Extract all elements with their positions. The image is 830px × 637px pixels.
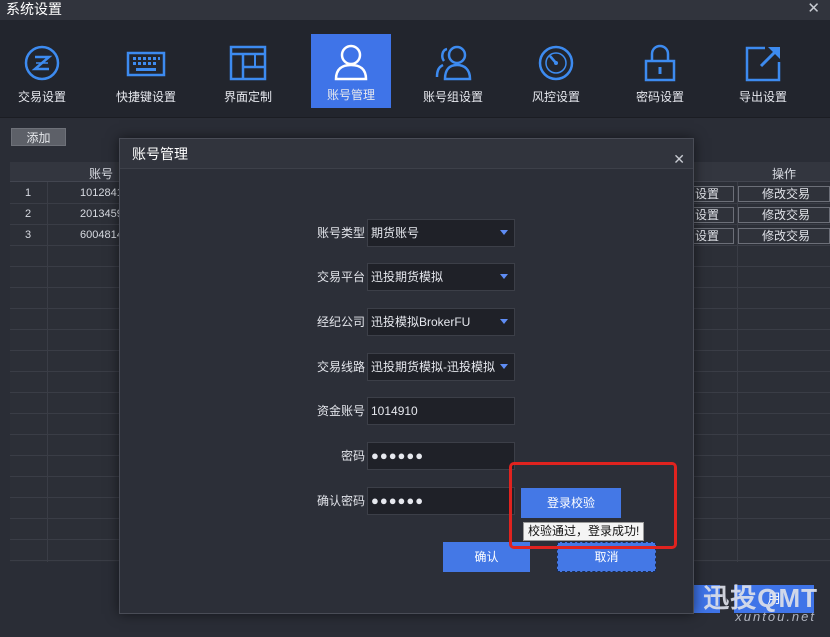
tab-label: 快捷键设置	[115, 90, 176, 104]
tab-account-management[interactable]: 账号管理	[311, 34, 391, 108]
user-icon	[334, 44, 368, 81]
users-icon	[435, 45, 472, 81]
layout-icon	[229, 45, 267, 81]
trade-platform-select[interactable]: 迅投期货模拟	[367, 263, 515, 291]
password-input[interactable]: ●●●●●●	[367, 442, 515, 470]
trade-route-select[interactable]: 迅投期货模拟-迅投模拟	[367, 353, 515, 381]
tab-label: 交易设置	[17, 90, 66, 104]
tab-account-group-settings[interactable]: 账号组设置	[413, 33, 493, 113]
lock-icon	[644, 44, 676, 82]
dialog-title: 账号管理	[132, 146, 188, 162]
row-account: 2013459	[80, 208, 123, 220]
password-label: 密码	[340, 449, 365, 463]
tab-export-settings[interactable]: 导出设置	[723, 33, 803, 113]
fund-account-label: 资金账号	[316, 404, 365, 418]
account-type-value: 期货账号	[371, 226, 420, 240]
tab-label: 风控设置	[531, 90, 580, 104]
account-management-dialog: 账号管理 ✕ 账号类型 期货账号 交易平台 迅投期货模拟 经纪公司 迅投模拟Br…	[119, 138, 694, 614]
broker-select[interactable]: 迅投模拟BrokerFU	[367, 308, 515, 336]
trade-route-label: 交易线路	[316, 360, 365, 374]
trade-platform-label: 交易平台	[316, 270, 365, 284]
add-account-button[interactable]: 添加	[11, 128, 66, 146]
tab-label: 界面定制	[223, 90, 272, 104]
chevron-down-icon	[500, 364, 508, 369]
gauge-icon	[538, 45, 574, 81]
row-index: 2	[25, 208, 32, 220]
tab-hotkey-settings[interactable]: 快捷键设置	[106, 33, 186, 113]
window-title: 系统设置	[6, 1, 62, 17]
dialog-close-icon[interactable]: ✕	[673, 144, 685, 174]
trade-platform-value: 迅投期货模拟	[371, 270, 444, 284]
row-modify-trade-button[interactable]: 修改交易	[738, 228, 830, 244]
system-settings-window: 系统设置 ✕ 交易设置 快捷键设置 界面定制 账号管理 账号组设置 风控设置 密…	[0, 0, 830, 637]
tab-label: 密码设置	[635, 90, 684, 104]
tab-label: 账号管理	[326, 88, 375, 102]
broker-label: 经纪公司	[316, 315, 365, 329]
tab-label: 导出设置	[738, 90, 787, 104]
column-header-actions: 操作	[772, 167, 797, 181]
tab-risk-control-settings[interactable]: 风控设置	[516, 33, 596, 113]
highlight-annotation	[509, 462, 677, 549]
chevron-down-icon	[500, 319, 508, 324]
row-account: 1012841	[80, 187, 123, 199]
watermark-site: xuntou.net	[735, 609, 816, 624]
confirm-password-label: 确认密码	[316, 494, 365, 508]
dialog-title-bar: 账号管理 ✕	[120, 139, 693, 169]
account-type-label: 账号类型	[316, 226, 365, 240]
chevron-down-icon	[500, 230, 508, 235]
row-index: 1	[25, 187, 32, 199]
row-modify-trade-button[interactable]: 修改交易	[738, 186, 830, 202]
account-type-select[interactable]: 期货账号	[367, 219, 515, 247]
trade-settings-icon	[24, 45, 60, 81]
row-index: 3	[25, 229, 32, 241]
tab-trade-settings[interactable]: 交易设置	[2, 33, 82, 113]
row-modify-trade-button[interactable]: 修改交易	[738, 207, 830, 223]
tab-label: 账号组设置	[422, 90, 483, 104]
title-bar: 系统设置 ✕	[0, 0, 830, 20]
export-icon	[745, 46, 781, 82]
settings-toolbar: 交易设置 快捷键设置 界面定制 账号管理 账号组设置 风控设置 密码设置 导出设…	[0, 20, 830, 118]
fund-account-input[interactable]: 1014910	[367, 397, 515, 425]
trade-route-value: 迅投期货模拟-迅投模拟	[371, 360, 495, 374]
row-account: 6004814	[80, 229, 123, 241]
tab-ui-customize[interactable]: 界面定制	[208, 33, 288, 113]
window-close-icon[interactable]: ✕	[807, 0, 820, 18]
broker-value: 迅投模拟BrokerFU	[371, 315, 471, 329]
confirm-password-input[interactable]: ●●●●●●	[367, 487, 515, 515]
column-header-account: 账号	[89, 167, 114, 181]
tab-password-settings[interactable]: 密码设置	[620, 33, 700, 113]
chevron-down-icon	[500, 274, 508, 279]
keyboard-icon	[126, 51, 166, 77]
